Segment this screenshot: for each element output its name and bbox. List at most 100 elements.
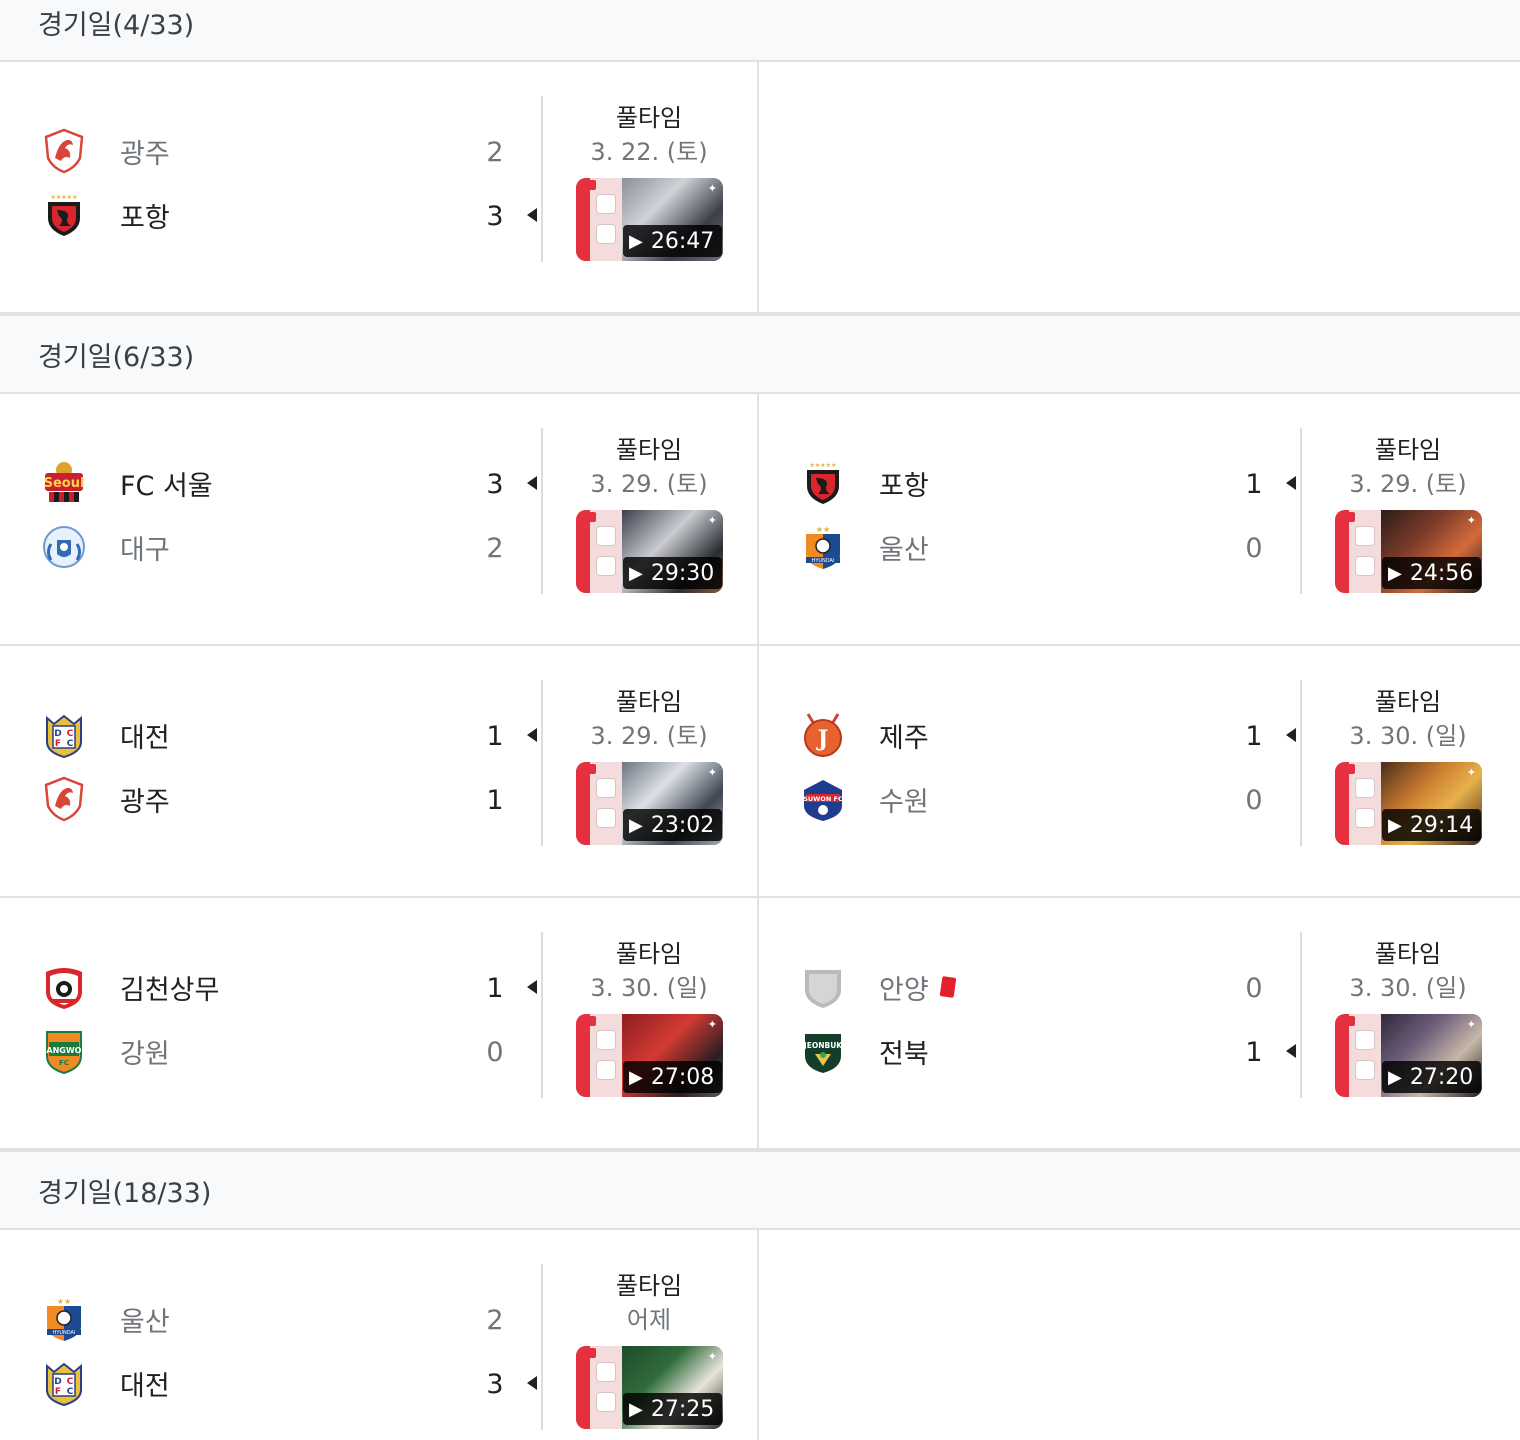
match-row: Seoul FC 서울 3 대구 2 풀타임 3. 29. (토) ✦ ▶ 29:30 ★★★★★ 포… [0, 394, 1520, 646]
svg-text:HYUNDAI: HYUNDAI [53, 1330, 76, 1336]
video-duration-badge[interactable]: ▶ 27:20 [1382, 1061, 1482, 1093]
video-duration-badge[interactable]: ▶ 23:02 [623, 809, 723, 841]
home-team[interactable]: D C F C 대전 [40, 710, 170, 760]
jeju-mini-logo-icon [1355, 778, 1375, 798]
match-date: 3. 29. (토) [590, 722, 708, 750]
away-team[interactable]: D C F C 대전 [40, 1358, 170, 1408]
pohang-logo-icon: ★★★★★ [799, 459, 847, 507]
red-card-icon [939, 976, 957, 998]
jeonbuk-logo-icon: JEONBUK [799, 1027, 847, 1075]
anyang-mini-logo-icon [1355, 1030, 1375, 1050]
away-team-name: 포항 [120, 202, 170, 234]
home-team-name: FC 서울 [120, 470, 213, 502]
match-status: 풀타임 [615, 940, 683, 968]
home-team-name: 광주 [120, 138, 170, 170]
highlight-video-thumbnail[interactable]: ✦ ▶ 29:30 [576, 510, 723, 593]
video-duration-badge[interactable]: ▶ 29:14 [1382, 809, 1482, 841]
home-team[interactable]: J 제주 [799, 710, 929, 760]
video-duration-badge[interactable]: ▶ 27:25 [623, 1393, 723, 1425]
highlight-video-thumbnail[interactable]: ✦ ▶ 23:02 [576, 762, 723, 845]
ulsan-mini-logo-icon [596, 1362, 616, 1382]
highlight-video-thumbnail[interactable]: ✦ ▶ 27:25 [576, 1346, 723, 1429]
svg-text:F: F [55, 1387, 61, 1397]
away-team[interactable]: 광주 [40, 774, 170, 824]
away-team-name: 울산 [879, 534, 929, 566]
play-icon: ▶ [629, 562, 643, 584]
match-card[interactable]: D C F C 대전 1 광주 1 풀타임 3. 29. (토) ✦ ▶ 23:02 [0, 646, 759, 896]
video-duration-badge[interactable]: ▶ 27:08 [623, 1061, 723, 1093]
match-date: 어제 [626, 1306, 672, 1334]
daejeon-mini-logo-icon [596, 1392, 616, 1412]
highlight-video-thumbnail[interactable]: ✦ ▶ 27:20 [1335, 1014, 1482, 1097]
matchday-header: 경기일(18/33) [0, 1150, 1520, 1230]
away-team[interactable]: ★★ HYUNDAI 울산 [799, 522, 929, 572]
away-team[interactable]: SUWON FC 수원 [799, 774, 929, 824]
match-row: D C F C 대전 1 광주 1 풀타임 3. 29. (토) ✦ ▶ 23:02 J 제주 1 SUWON … [0, 646, 1520, 898]
home-team[interactable]: 안양 [799, 962, 957, 1012]
home-score: 2 [486, 137, 504, 168]
match-card[interactable]: Seoul FC 서울 3 대구 2 풀타임 3. 29. (토) ✦ ▶ 29:30 [0, 394, 759, 644]
highlights-badge [576, 178, 622, 261]
away-score: 3 [486, 201, 504, 232]
home-score: 0 [1245, 973, 1263, 1004]
fc-seoul-logo-icon: Seoul [40, 459, 88, 507]
away-team[interactable]: GANGWON FC 강원 [40, 1026, 170, 1076]
winner-marker-icon [527, 728, 537, 742]
video-duration: 29:30 [650, 560, 715, 586]
match-date: 3. 29. (토) [590, 470, 708, 498]
home-team[interactable]: ★★ HYUNDAI 울산 [40, 1294, 170, 1344]
video-duration-badge[interactable]: ▶ 24:56 [1382, 557, 1482, 589]
matchday-header: 경기일(6/33) [0, 314, 1520, 394]
svg-text:HYUNDAI: HYUNDAI [812, 558, 835, 564]
home-score: 1 [1245, 721, 1263, 752]
home-score: 3 [486, 469, 504, 500]
svg-text:JEONBUK: JEONBUK [803, 1041, 843, 1050]
away-team[interactable]: 대구 [40, 522, 170, 572]
home-team-name: 김천상무 [120, 974, 220, 1006]
match-card[interactable]: 안양 0 JEONBUK 전북 1 풀타임 3. 30. (일) ✦ ▶ 27:20 [759, 898, 1518, 1148]
svg-text:C: C [67, 739, 74, 749]
svg-text:D: D [54, 729, 61, 739]
suwon-logo-icon: SUWON FC [799, 775, 847, 823]
svg-text:C: C [67, 729, 74, 739]
video-duration-badge[interactable]: ▶ 26:47 [623, 225, 723, 257]
gwangju-logo-icon [40, 775, 88, 823]
video-duration-badge[interactable]: ▶ 29:30 [623, 557, 723, 589]
highlight-video-thumbnail[interactable]: ✦ ▶ 24:56 [1335, 510, 1482, 593]
away-team[interactable]: JEONBUK 전북 [799, 1026, 929, 1076]
play-icon: ▶ [1388, 1066, 1402, 1088]
svg-text:SUWON FC: SUWON FC [803, 795, 843, 803]
home-team[interactable]: 김천상무 [40, 962, 219, 1012]
highlight-video-thumbnail[interactable]: ✦ ▶ 26:47 [576, 178, 723, 261]
home-team[interactable]: ★★★★★ 포항 [799, 458, 929, 508]
home-score: 1 [486, 973, 504, 1004]
highlight-video-thumbnail[interactable]: ✦ ▶ 29:14 [1335, 762, 1482, 845]
match-card[interactable]: ★★ HYUNDAI 울산 2 D C F C 대전 3 풀타임 어제 ✦ ▶ 27:25 [0, 1230, 759, 1440]
home-team[interactable]: 광주 [40, 126, 170, 176]
match-card[interactable]: J 제주 1 SUWON FC 수원 0 풀타임 3. 30. (일) ✦ ▶ 29:14 [759, 646, 1518, 896]
highlights-badge [1335, 762, 1381, 845]
play-icon: ▶ [629, 1398, 643, 1420]
svg-text:D: D [54, 1377, 61, 1387]
daejeon-mini-logo-icon [596, 778, 616, 798]
home-score: 1 [1245, 469, 1263, 500]
highlight-video-thumbnail[interactable]: ✦ ▶ 27:08 [576, 1014, 723, 1097]
svg-text:GANGWON: GANGWON [41, 1046, 87, 1055]
match-status: 풀타임 [1374, 940, 1442, 968]
play-icon: ▶ [1388, 562, 1402, 584]
star-icon: ✦ [707, 1018, 717, 1031]
play-icon: ▶ [629, 230, 643, 252]
svg-text:J: J [816, 726, 828, 752]
video-duration: 27:08 [650, 1064, 715, 1090]
match-status: 풀타임 [1374, 688, 1442, 716]
svg-text:★★★★★: ★★★★★ [810, 462, 837, 469]
match-card[interactable]: 광주 2 ★★★★★ 포항 3 풀타임 3. 22. (토) ✦ ▶ 26:47 [0, 62, 759, 312]
away-team-name: 대전 [120, 1370, 170, 1402]
match-card[interactable]: ★★★★★ 포항 1 ★★ HYUNDAI 울산 0 풀타임 3. 29. (토) ✦ ▶ 24:56 [759, 394, 1518, 644]
home-team[interactable]: Seoul FC 서울 [40, 458, 213, 508]
match-date: 3. 29. (토) [1349, 470, 1467, 498]
away-team[interactable]: ★★★★★ 포항 [40, 190, 170, 240]
video-duration: 27:20 [1409, 1064, 1474, 1090]
jeju-logo-icon: J [799, 711, 847, 759]
match-card[interactable]: 김천상무 1 GANGWON FC 강원 0 풀타임 3. 30. (일) ✦ ▶ 27:08 [0, 898, 759, 1148]
